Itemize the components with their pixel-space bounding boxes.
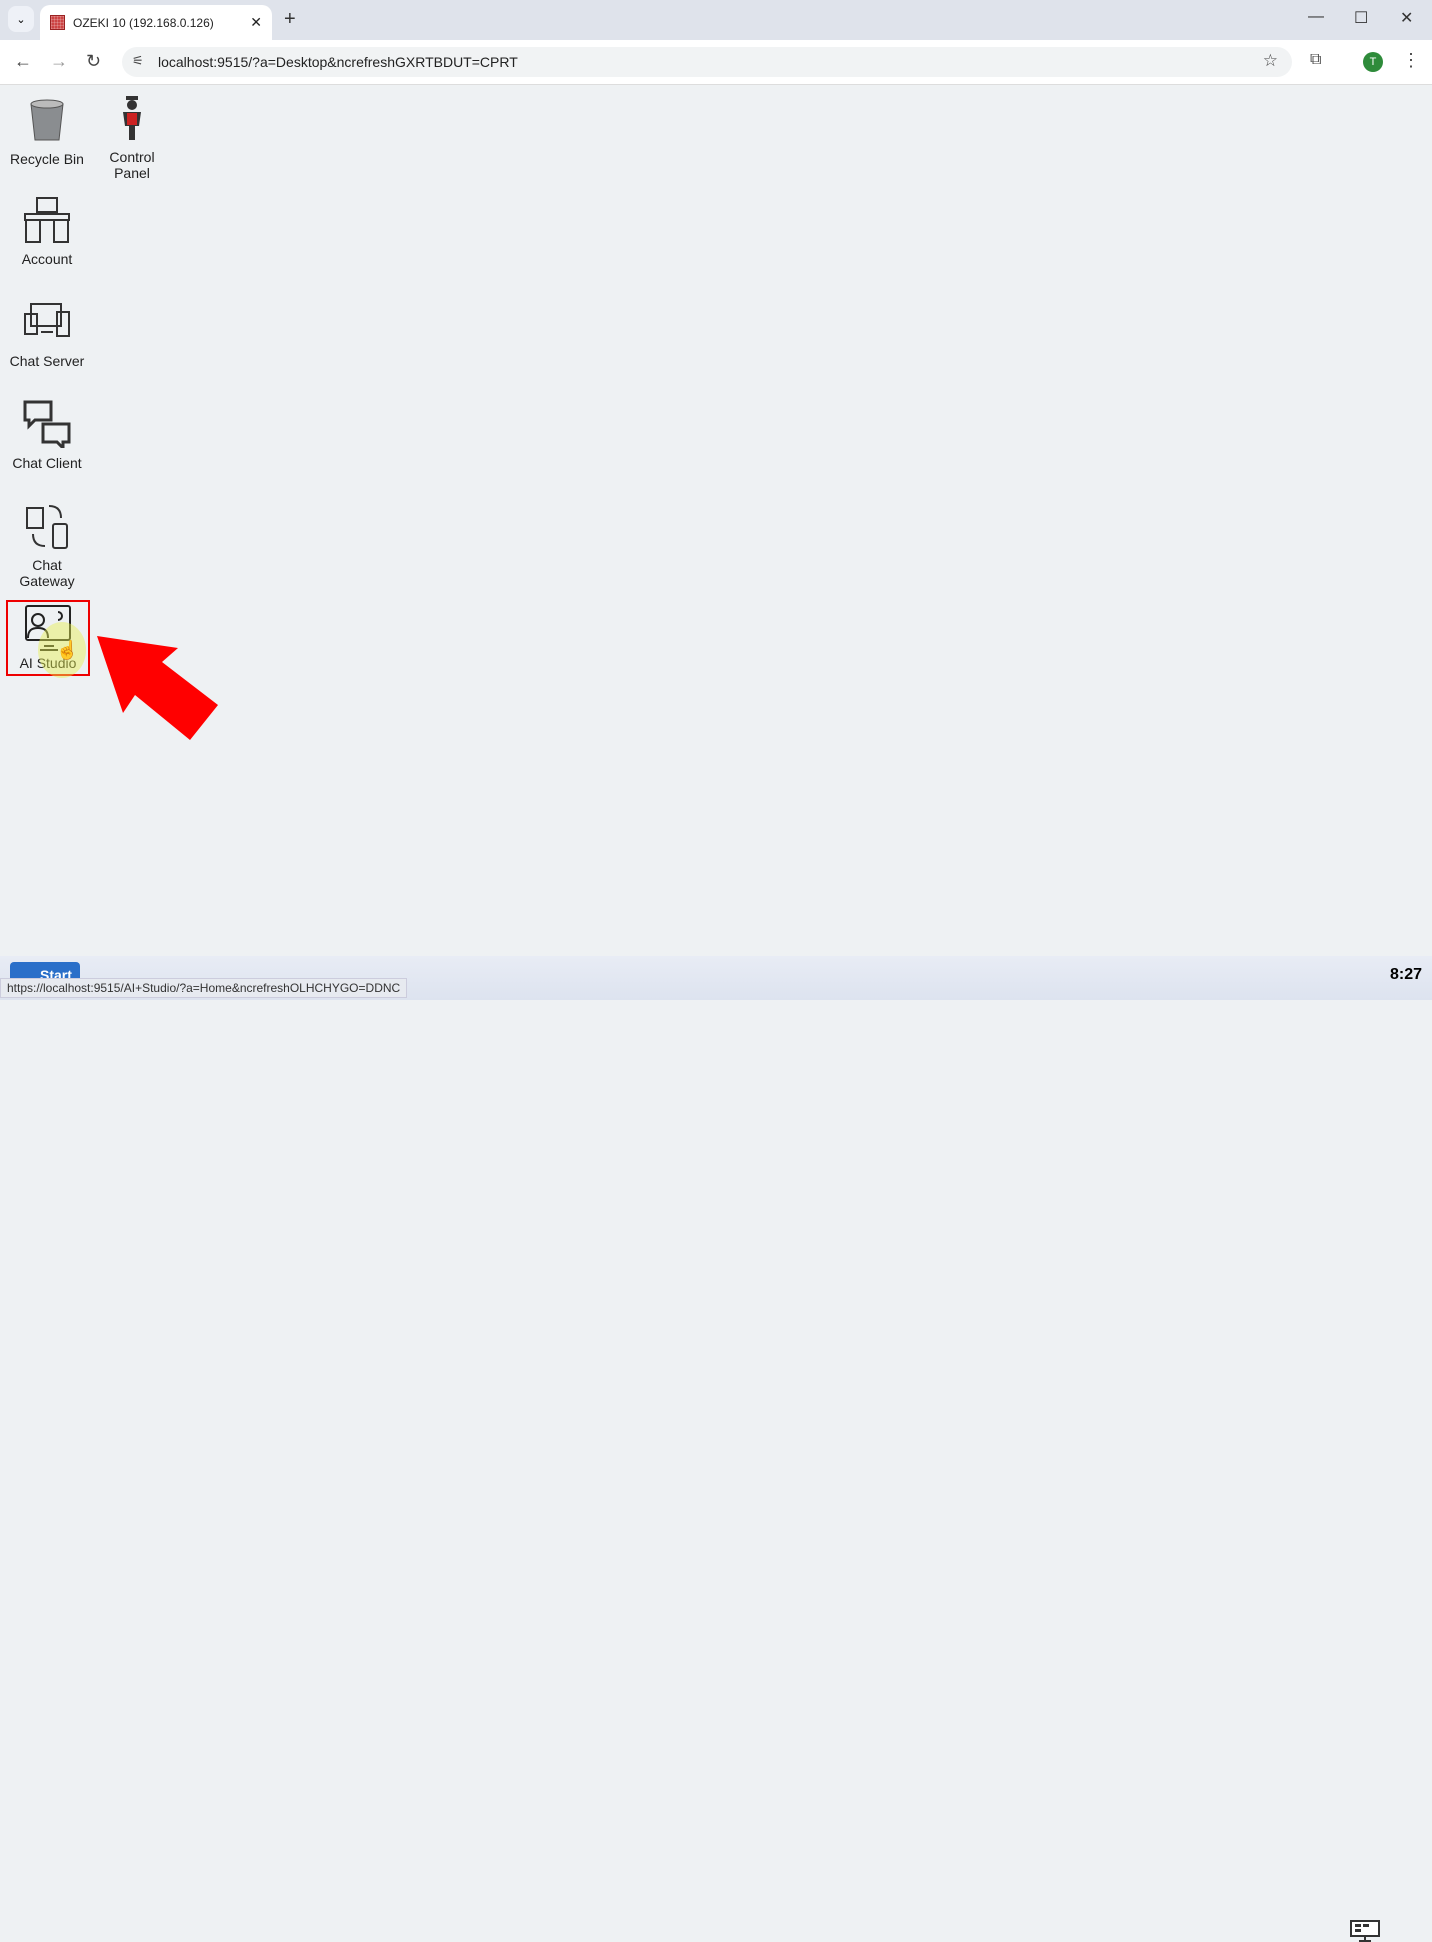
status-bar-url: https://localhost:9515/AI+Studio/?a=Home… xyxy=(0,978,408,998)
red-arrow-annotation xyxy=(97,636,218,740)
desktop-monitor-icon[interactable] xyxy=(1350,1920,1380,1942)
clock: 8:27 xyxy=(1390,966,1423,983)
